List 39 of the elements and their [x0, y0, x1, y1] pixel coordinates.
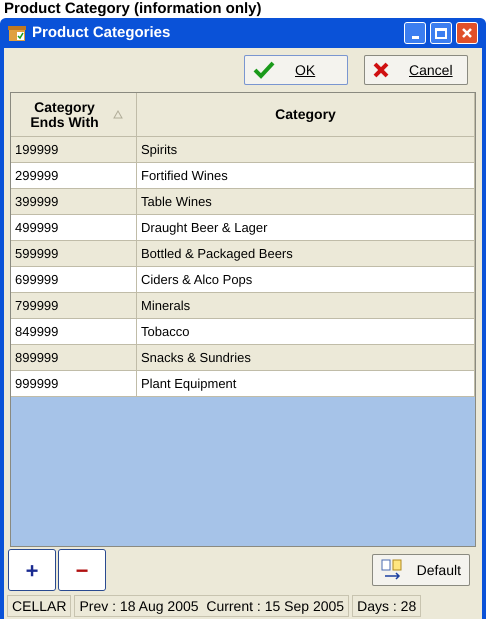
table-cell: 999999: [11, 371, 137, 396]
cancel-button[interactable]: Cancel: [364, 55, 468, 85]
table-cell: Spirits: [137, 137, 475, 162]
page-heading: Product Category (information only): [3, 0, 263, 18]
table-cell: Table Wines: [137, 189, 475, 214]
column-header[interactable]: Category: [137, 93, 475, 136]
table-cell: Bottled & Packaged Beers: [137, 241, 475, 266]
table-cell: Minerals: [137, 293, 475, 318]
check-icon: [253, 61, 275, 79]
minimize-button[interactable]: [404, 22, 426, 44]
close-icon: [461, 27, 473, 39]
table-cell: 399999: [11, 189, 137, 214]
status-text: CELLAR: [7, 595, 72, 617]
table-cell: 699999: [11, 267, 137, 292]
table-cell: Snacks & Sundries: [137, 345, 475, 370]
table-cell: 849999: [11, 319, 137, 344]
table-cell: 799999: [11, 293, 137, 318]
status-text: Days : 28: [352, 595, 422, 617]
table-cell: 499999: [11, 215, 137, 240]
table-cell: 199999: [11, 137, 137, 162]
table-cell: 899999: [11, 345, 137, 370]
box-icon: [8, 24, 28, 42]
remove-button[interactable]: −: [58, 549, 106, 591]
close-button[interactable]: [456, 22, 478, 44]
table-cell: Ciders & Alco Pops: [137, 267, 475, 292]
default-button[interactable]: Default: [372, 554, 470, 586]
table-cell: Plant Equipment: [137, 371, 475, 396]
table-cell: 599999: [11, 241, 137, 266]
table-cell: Fortified Wines: [137, 163, 475, 188]
table-cell: Draught Beer & Lager: [137, 215, 475, 240]
column-header[interactable]: Category Ends With: [11, 93, 137, 136]
table-cell: 299999: [11, 163, 137, 188]
status-text: Prev : 18 Aug 2005 Current : 15 Sep 2005: [74, 595, 350, 617]
maximize-button[interactable]: [430, 22, 452, 44]
ok-button[interactable]: OK: [244, 55, 348, 85]
add-button[interactable]: +: [8, 549, 56, 591]
table-cell: Tobacco: [137, 319, 475, 344]
close-icon: [373, 62, 389, 78]
window-title: Product Categories: [32, 22, 172, 43]
